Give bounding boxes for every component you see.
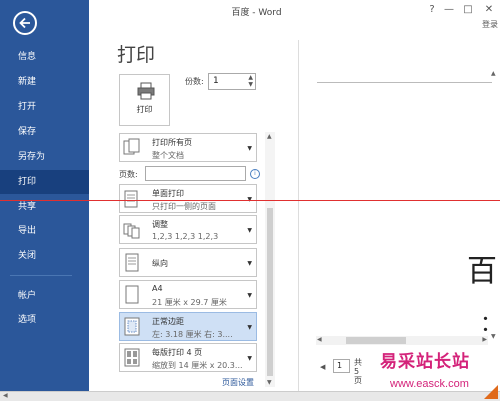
info-icon[interactable]: i [250, 169, 260, 179]
chevron-down-icon: ▼ [247, 324, 252, 331]
pages-per-sheet-icon [124, 348, 140, 367]
sidebar-item-save[interactable]: 保存 [0, 120, 89, 144]
pane-divider [298, 40, 299, 395]
setting-line1: 正常边距 [152, 317, 184, 326]
restore-button[interactable]: □ [460, 3, 476, 17]
page-setup-link[interactable]: 页面设置 [222, 377, 254, 388]
printer-icon [137, 82, 155, 100]
sidebar-divider [10, 275, 72, 276]
setting-line2: 1,2,3 1,2,3 1,2,3 [152, 232, 219, 241]
watermark-url: www.easck.com [390, 378, 469, 390]
paper-icon [125, 285, 139, 304]
scroll-left-icon[interactable]: ◀ [317, 336, 322, 343]
setting-line2: 整个文档 [152, 151, 184, 160]
setting-line1: 单面打印 [152, 189, 184, 198]
setting-line1: 调整 [152, 220, 168, 229]
single-side-icon [124, 190, 138, 208]
chevron-down-icon: ▼ [247, 145, 252, 152]
setting-line1: 打印所有页 [152, 138, 192, 147]
chevron-down-icon: ▼ [247, 260, 252, 267]
print-button-label: 打印 [136, 105, 153, 114]
setting-line1: 每版打印 4 页 [152, 348, 203, 357]
copies-stepper[interactable]: 1 ▲ ▼ [208, 73, 256, 90]
close-button[interactable]: ✕ [481, 3, 497, 17]
preview-horizontal-scrollbar[interactable]: ◀ ▶ [316, 336, 488, 345]
sidebar-item-options[interactable]: 选项 [0, 308, 89, 332]
collate-icon [123, 223, 140, 239]
chevron-down-icon: ▼ [247, 227, 252, 234]
sidebar-item-new[interactable]: 新建 [0, 70, 89, 94]
watermark: 易采站长站 www.easck.com [375, 345, 500, 401]
copies-label: 份数: [185, 77, 204, 86]
sidebar-item-save-as[interactable]: 另存为 [0, 145, 89, 169]
scroll-down-icon[interactable]: ▼ [267, 379, 272, 386]
page-title: 打印 [117, 44, 156, 66]
help-button[interactable]: ? [424, 3, 440, 17]
preview-page-edge [317, 82, 492, 83]
setting-line2: 21 厘米 x 29.7 厘米 [152, 298, 227, 307]
margins-dropdown[interactable]: 正常边距 左: 3.18 厘米 右: 3.... ▼ [119, 312, 257, 341]
login-link[interactable]: 登录 [482, 19, 498, 30]
scrollbar-thumb[interactable] [267, 208, 273, 376]
sidebar-item-close[interactable]: 关闭 [0, 244, 89, 268]
sidebar-item-info[interactable]: 信息 [0, 45, 89, 69]
sidebar-item-share[interactable]: 共享 [0, 195, 89, 219]
sidebar-item-open[interactable]: 打开 [0, 95, 89, 119]
title-bar: 百度 - Word ? — □ ✕ [89, 0, 500, 22]
annotation-line [0, 200, 500, 201]
portrait-icon [125, 253, 139, 272]
collate-dropdown[interactable]: 调整 1,2,3 1,2,3 1,2,3 ▼ [119, 215, 257, 244]
minimize-button[interactable]: — [441, 3, 457, 17]
paper-size-dropdown[interactable]: A4 21 厘米 x 29.7 厘米 ▼ [119, 280, 257, 309]
setting-line2: 左: 3.18 厘米 右: 3.... [152, 330, 233, 339]
pages-per-sheet-dropdown[interactable]: 每版打印 4 页 缩放到 14 厘米 x 20.3... ▼ [119, 343, 257, 372]
scrollbar-thumb[interactable] [346, 337, 406, 344]
setting-line2: 缩放到 14 厘米 x 20.3... [152, 361, 243, 370]
pages-icon [123, 138, 140, 155]
previous-page-icon[interactable]: ◀ [320, 363, 325, 371]
page-total: 共 5 页 [354, 358, 362, 385]
setting-line1: A4 [152, 284, 163, 293]
pages-input[interactable] [145, 166, 246, 181]
watermark-corner [484, 385, 498, 399]
watermark-logo-text: 易采站长站 [380, 352, 470, 372]
sides-dropdown[interactable]: 单面打印 只打印一侧的页面 ▼ [119, 184, 257, 213]
sidebar-item-account[interactable]: 帐户 [0, 284, 89, 308]
sidebar-item-print[interactable]: 打印 [0, 170, 89, 194]
page-number-input[interactable]: 1 [333, 359, 350, 373]
scroll-up-icon[interactable]: ▲ [491, 70, 496, 77]
window-title: 百度 - Word [231, 8, 282, 18]
sidebar-item-export[interactable]: 导出 [0, 219, 89, 243]
orientation-dropdown[interactable]: 纵向 ▼ [119, 248, 257, 277]
setting-line1: 纵向 [152, 259, 168, 268]
margins-icon [124, 317, 140, 336]
chevron-down-icon: ▼ [247, 292, 252, 299]
preview-text: 百 [467, 254, 497, 289]
copies-value: 1 [213, 76, 219, 86]
setting-line2: 只打印一侧的页面 [152, 202, 216, 211]
scroll-left-icon[interactable]: ◀ [3, 392, 8, 399]
preview-text: ： [480, 312, 500, 337]
settings-scrollbar[interactable]: ▲ ▼ [265, 132, 275, 387]
preview-vertical-scrollbar[interactable]: ▲ ▼ [490, 70, 499, 340]
scroll-right-icon[interactable]: ▶ [482, 336, 487, 343]
scroll-up-icon[interactable]: ▲ [267, 133, 272, 140]
chevron-down-icon: ▼ [247, 355, 252, 362]
back-button[interactable] [13, 11, 37, 35]
arrow-left-icon [19, 17, 30, 29]
print-button[interactable]: 打印 [119, 74, 170, 126]
print-range-dropdown[interactable]: 打印所有页 整个文档 ▼ [119, 133, 257, 162]
pages-label: 页数: [119, 170, 138, 179]
spin-arrows-icon[interactable]: ▲ ▼ [248, 74, 253, 88]
